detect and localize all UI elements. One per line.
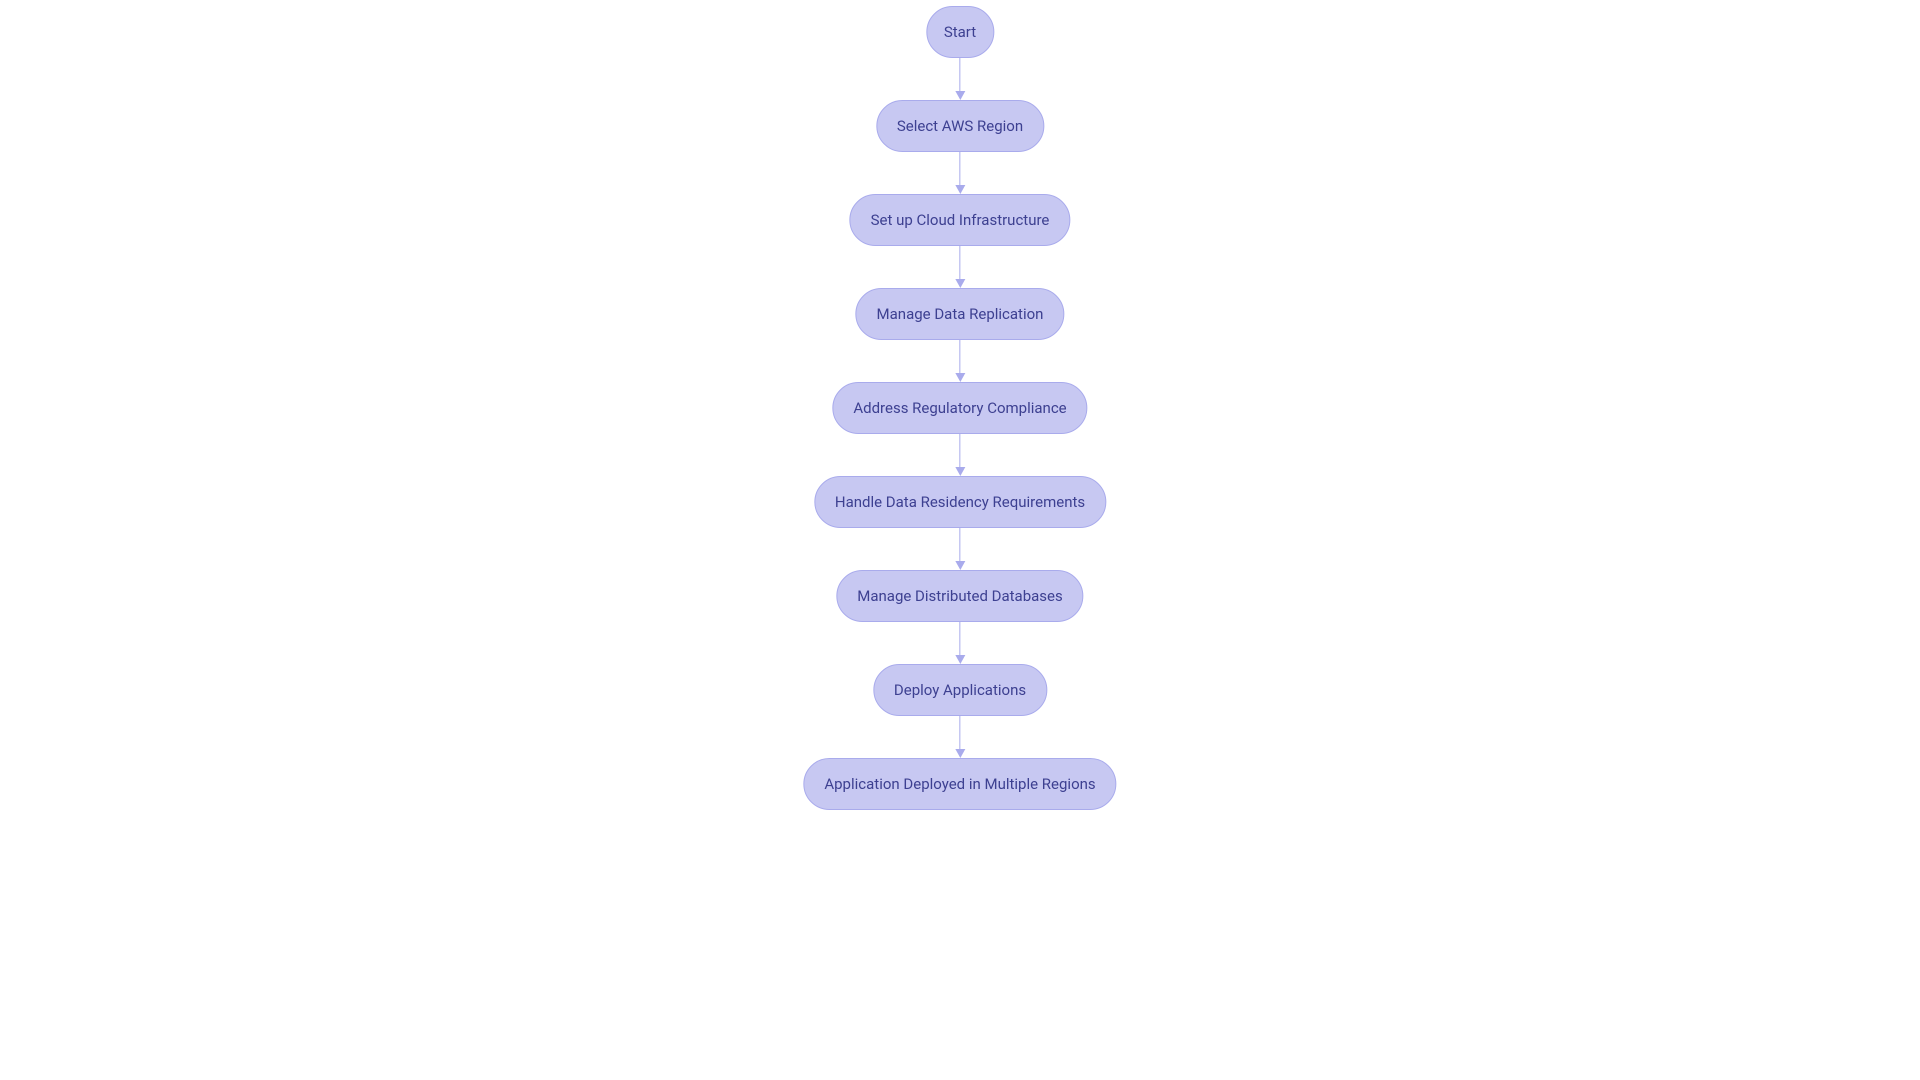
arrow-icon: [955, 152, 965, 194]
node-label: Start: [944, 23, 976, 41]
node-label: Select AWS Region: [897, 117, 1023, 135]
node-label: Manage Data Replication: [877, 305, 1044, 323]
node-distributed-db: Manage Distributed Databases: [836, 570, 1084, 622]
node-select-region: Select AWS Region: [876, 100, 1044, 152]
node-label: Handle Data Residency Requirements: [835, 493, 1085, 511]
arrow-icon: [955, 246, 965, 288]
node-label: Address Regulatory Compliance: [853, 399, 1066, 417]
arrow-icon: [955, 58, 965, 100]
node-start: Start: [926, 6, 994, 58]
node-data-residency: Handle Data Residency Requirements: [814, 476, 1106, 528]
node-label: Deploy Applications: [894, 681, 1026, 699]
flowchart-container: Start Select AWS Region Set up Cloud Inf…: [803, 6, 1116, 810]
arrow-icon: [955, 716, 965, 758]
node-setup-infra: Set up Cloud Infrastructure: [850, 194, 1071, 246]
node-deploy-apps: Deploy Applications: [873, 664, 1047, 716]
arrow-icon: [955, 434, 965, 476]
arrow-icon: [955, 340, 965, 382]
node-label: Set up Cloud Infrastructure: [871, 211, 1050, 229]
node-data-replication: Manage Data Replication: [856, 288, 1065, 340]
node-label: Application Deployed in Multiple Regions: [824, 775, 1095, 793]
node-deployed: Application Deployed in Multiple Regions: [803, 758, 1116, 810]
node-compliance: Address Regulatory Compliance: [832, 382, 1087, 434]
arrow-icon: [955, 528, 965, 570]
node-label: Manage Distributed Databases: [857, 587, 1063, 605]
arrow-icon: [955, 622, 965, 664]
